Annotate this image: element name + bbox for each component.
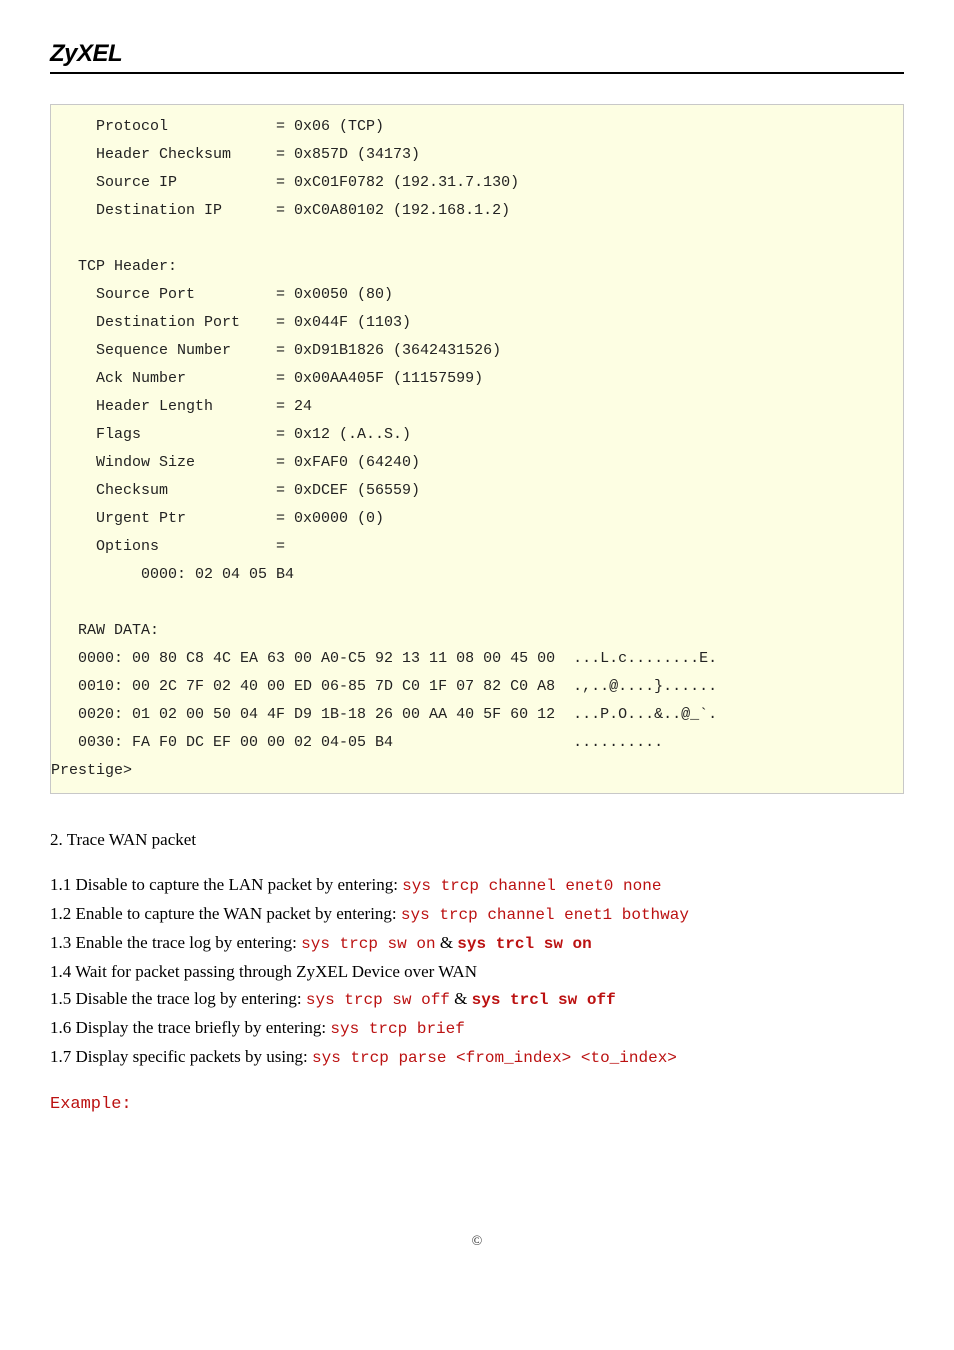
step-text: 1.4 Wait for packet passing through ZyXE…: [50, 962, 477, 981]
command-text: sys trcl sw on: [457, 935, 591, 953]
command-text: sys trcp brief: [330, 1020, 464, 1038]
step-5: 1.5 Disable the trace log by entering: s…: [50, 986, 904, 1013]
step-text: 1.3 Enable the trace log by entering:: [50, 933, 301, 952]
step-6: 1.6 Display the trace briefly by enterin…: [50, 1015, 904, 1042]
step-text: 1.1 Disable to capture the LAN packet by…: [50, 875, 402, 894]
step-4: 1.4 Wait for packet passing through ZyXE…: [50, 959, 904, 984]
steps-list: 1.1 Disable to capture the LAN packet by…: [50, 872, 904, 1071]
command-text: sys trcp sw off: [306, 991, 450, 1009]
step-3: 1.3 Enable the trace log by entering: sy…: [50, 930, 904, 957]
example-heading: Example:: [50, 1095, 904, 1114]
ampersand: &: [450, 989, 472, 1008]
step-text: 1.7 Display specific packets by using:: [50, 1047, 312, 1066]
terminal-output: Protocol = 0x06 (TCP) Header Checksum = …: [50, 104, 904, 794]
command-text: sys trcp parse <from_index> <to_index>: [312, 1049, 677, 1067]
step-1: 1.1 Disable to capture the LAN packet by…: [50, 872, 904, 899]
header-bar: ZyXEL: [50, 40, 904, 74]
command-text: sys trcl sw off: [472, 991, 616, 1009]
step-text: 1.6 Display the trace briefly by enterin…: [50, 1018, 330, 1037]
step-7: 1.7 Display specific packets by using: s…: [50, 1044, 904, 1071]
command-text: sys trcp channel enet0 none: [402, 877, 661, 895]
command-text: sys trcp channel enet1 bothway: [401, 906, 689, 924]
step-text: 1.5 Disable the trace log by entering:: [50, 989, 306, 1008]
logo-text: ZyXEL: [50, 40, 122, 67]
section-title: 2. Trace WAN packet: [50, 830, 904, 850]
footer-copyright: ©: [50, 1234, 904, 1250]
step-text: 1.2 Enable to capture the WAN packet by …: [50, 904, 401, 923]
ampersand: &: [436, 933, 458, 952]
step-2: 1.2 Enable to capture the WAN packet by …: [50, 901, 904, 928]
command-text: sys trcp sw on: [301, 935, 435, 953]
